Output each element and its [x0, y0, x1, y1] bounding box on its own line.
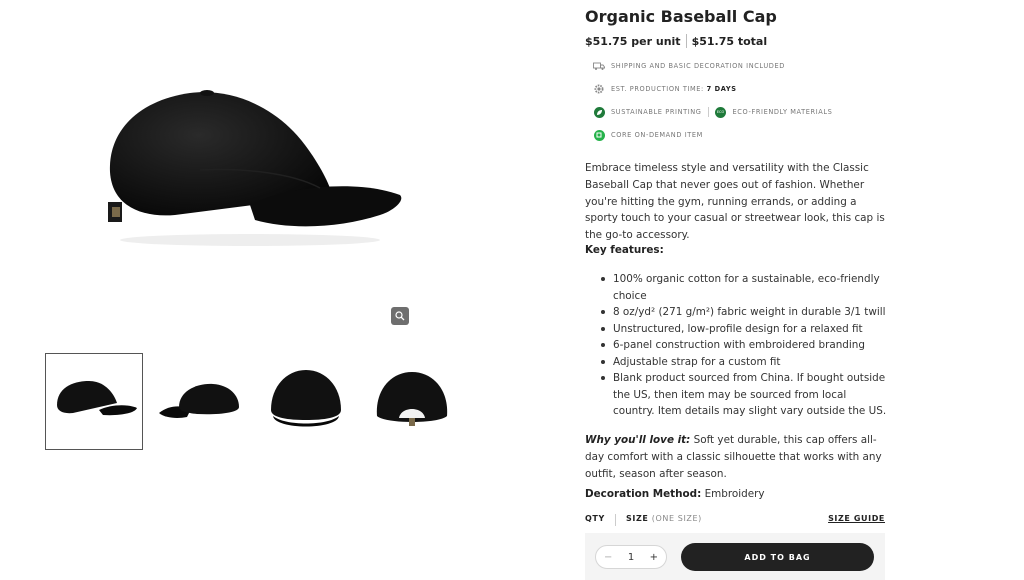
feature-production-time: Est. production time: 7 days [593, 83, 737, 95]
cap-front-thumb [271, 369, 341, 426]
qty-label: QTY [585, 514, 605, 523]
size-value: (ONE SIZE) [651, 514, 702, 523]
feature-core-item: Core on-demand item [593, 129, 703, 141]
key-features-list: 100% organic cotton for a sustainable, e… [601, 271, 889, 420]
product-description: Embrace timeless style and versatility w… [585, 162, 885, 242]
list-item: 100% organic cotton for a sustainable, e… [601, 271, 889, 304]
add-to-cart-panel: − 1 + ADD TO BAG [585, 533, 885, 580]
quantity-value[interactable]: 1 [628, 552, 634, 563]
decrement-button[interactable]: − [604, 552, 612, 563]
cap-back-thumb [376, 371, 448, 426]
why-love-it-label: Why you'll love it: [585, 434, 691, 446]
feature-sustainability: Sustainable printing eco Eco-friendly ma… [593, 106, 832, 118]
list-item: Unstructured, low-profile design for a r… [601, 321, 889, 338]
price-total: $51.75 total [691, 34, 768, 48]
list-item: Adjustable strap for a custom fit [601, 354, 889, 371]
options-row: QTY SIZE (ONE SIZE) SIZE GUIDE [585, 514, 885, 528]
core-icon [593, 129, 605, 141]
leaf-icon [593, 106, 605, 118]
main-product-image[interactable] [80, 60, 440, 300]
quantity-stepper[interactable]: − 1 + [595, 545, 667, 569]
price-row: $51.75 per unit $51.75 total [585, 34, 767, 48]
thumbnail-1[interactable] [45, 353, 143, 450]
cap-side-image [108, 90, 402, 246]
thumbnail-2[interactable] [151, 353, 249, 450]
increment-button[interactable]: + [650, 552, 658, 563]
truck-icon [593, 60, 605, 72]
decoration-label: Decoration Method: [585, 488, 702, 500]
why-love-it: Why you'll love it: Soft yet durable, th… [585, 432, 885, 482]
eco-icon: eco [715, 106, 727, 118]
key-features-heading: Key features: [585, 244, 664, 256]
list-item: 8 oz/yd² (271 g/m²) fabric weight in dur… [601, 304, 889, 321]
decoration-method: Decoration Method: Embroidery [585, 488, 765, 500]
list-item: Blank product sourced from China. If bou… [601, 370, 889, 420]
add-to-bag-button[interactable]: ADD TO BAG [681, 543, 874, 571]
size-label: SIZE (ONE SIZE) [626, 514, 702, 523]
cap-side-thumb [57, 380, 137, 415]
thumbnail-3[interactable] [257, 353, 355, 450]
thumbnail-4[interactable] [363, 353, 461, 450]
price-per-unit: $51.75 per unit [585, 34, 681, 48]
feature-shipping: Shipping and basic decoration included [593, 60, 785, 72]
cap-angle-thumb [159, 383, 239, 418]
decoration-value: Embroidery [701, 488, 765, 500]
thumbnail-strip [45, 353, 465, 450]
list-item: 6-panel construction with embroidered br… [601, 337, 889, 354]
product-title: Organic Baseball Cap [585, 7, 777, 26]
zoom-icon [395, 311, 405, 321]
size-guide-link[interactable]: SIZE GUIDE [828, 514, 885, 523]
gear-icon [593, 83, 605, 95]
product-gallery [0, 0, 560, 580]
price-divider [685, 34, 687, 48]
zoom-button[interactable] [391, 307, 409, 325]
